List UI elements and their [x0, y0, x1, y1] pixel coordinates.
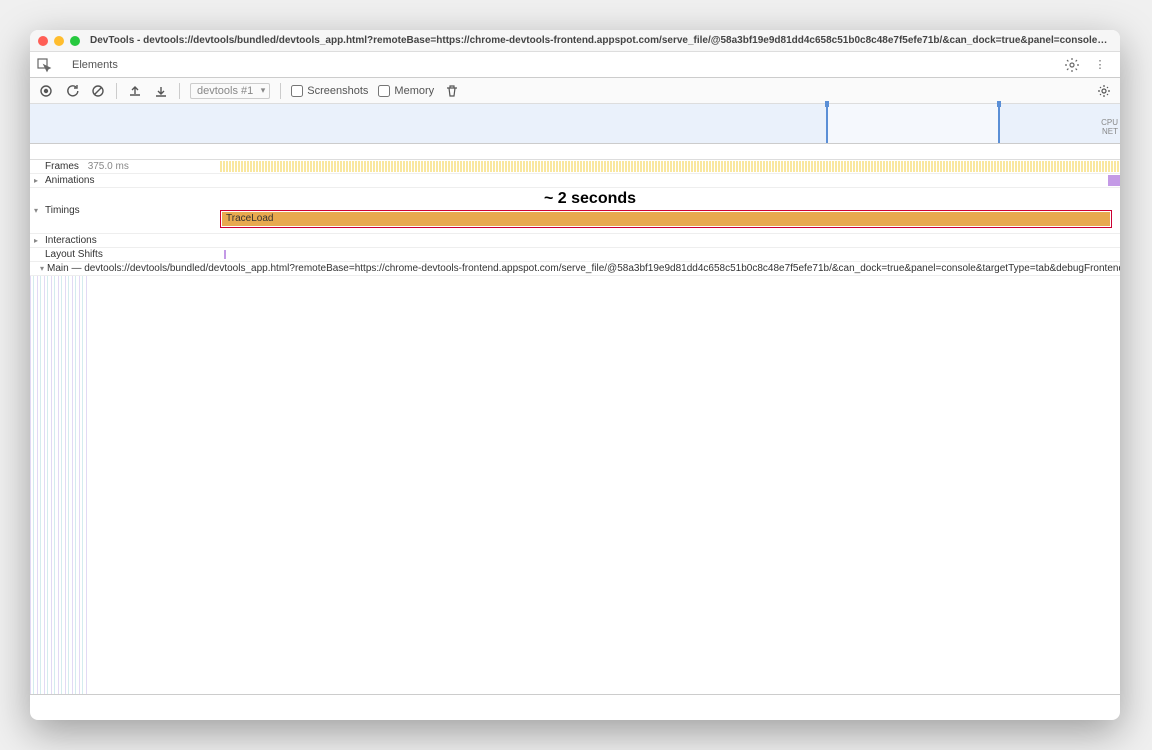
record-button[interactable]: [38, 83, 54, 99]
titlebar: DevTools - devtools://devtools/bundled/d…: [30, 30, 1120, 52]
clear-button[interactable]: [90, 83, 106, 99]
traffic-lights: [38, 36, 80, 46]
trash-button[interactable]: [444, 83, 460, 99]
devtools-window: DevTools - devtools://devtools/bundled/d…: [30, 30, 1120, 720]
perf-toolbar: devtools #1 Screenshots Memory: [30, 78, 1120, 104]
tracks: Frames 375.0 ms ▸Animations ▾Timings ~ 2…: [30, 160, 1120, 276]
frames-row: Frames 375.0 ms: [30, 160, 1120, 174]
window-title: DevTools - devtools://devtools/bundled/d…: [90, 35, 1112, 46]
overview-ruler[interactable]: CPUNET: [30, 104, 1120, 144]
close-icon[interactable]: [38, 36, 48, 46]
panel-tabs: Elements ⋮: [30, 52, 1120, 78]
net-label: NET: [1101, 127, 1118, 136]
download-button[interactable]: [153, 83, 169, 99]
maximize-icon[interactable]: [70, 36, 80, 46]
traceload-marker[interactable]: TraceLoad: [220, 210, 1112, 228]
inspect-icon[interactable]: [36, 57, 52, 73]
flame-chart[interactable]: [30, 276, 1120, 694]
perf-settings-icon[interactable]: [1096, 83, 1112, 99]
memory-checkbox[interactable]: Memory: [378, 85, 434, 97]
timings-row[interactable]: ▾Timings ~ 2 seconds TraceLoad: [30, 188, 1120, 234]
animations-row[interactable]: ▸Animations: [30, 174, 1120, 188]
more-icon[interactable]: ⋮: [1092, 57, 1108, 73]
minimize-icon[interactable]: [54, 36, 64, 46]
annotation-text: ~ 2 seconds: [544, 190, 636, 208]
interactions-row[interactable]: ▸Interactions: [30, 234, 1120, 248]
upload-button[interactable]: [127, 83, 143, 99]
tab-elements[interactable]: Elements: [62, 52, 128, 77]
reload-button[interactable]: [64, 83, 80, 99]
overview-selection[interactable]: [826, 104, 1000, 143]
screenshots-checkbox[interactable]: Screenshots: [291, 85, 368, 97]
profile-select[interactable]: devtools #1: [190, 83, 270, 99]
main-thread-row[interactable]: ▾Main — devtools://devtools/bundled/devt…: [30, 262, 1120, 276]
bottom-tabs: [30, 694, 1120, 720]
layout-shifts-row[interactable]: Layout Shifts: [30, 248, 1120, 262]
settings-icon[interactable]: [1064, 57, 1080, 73]
detail-ruler: [30, 144, 1120, 160]
cpu-label: CPU: [1101, 118, 1118, 127]
